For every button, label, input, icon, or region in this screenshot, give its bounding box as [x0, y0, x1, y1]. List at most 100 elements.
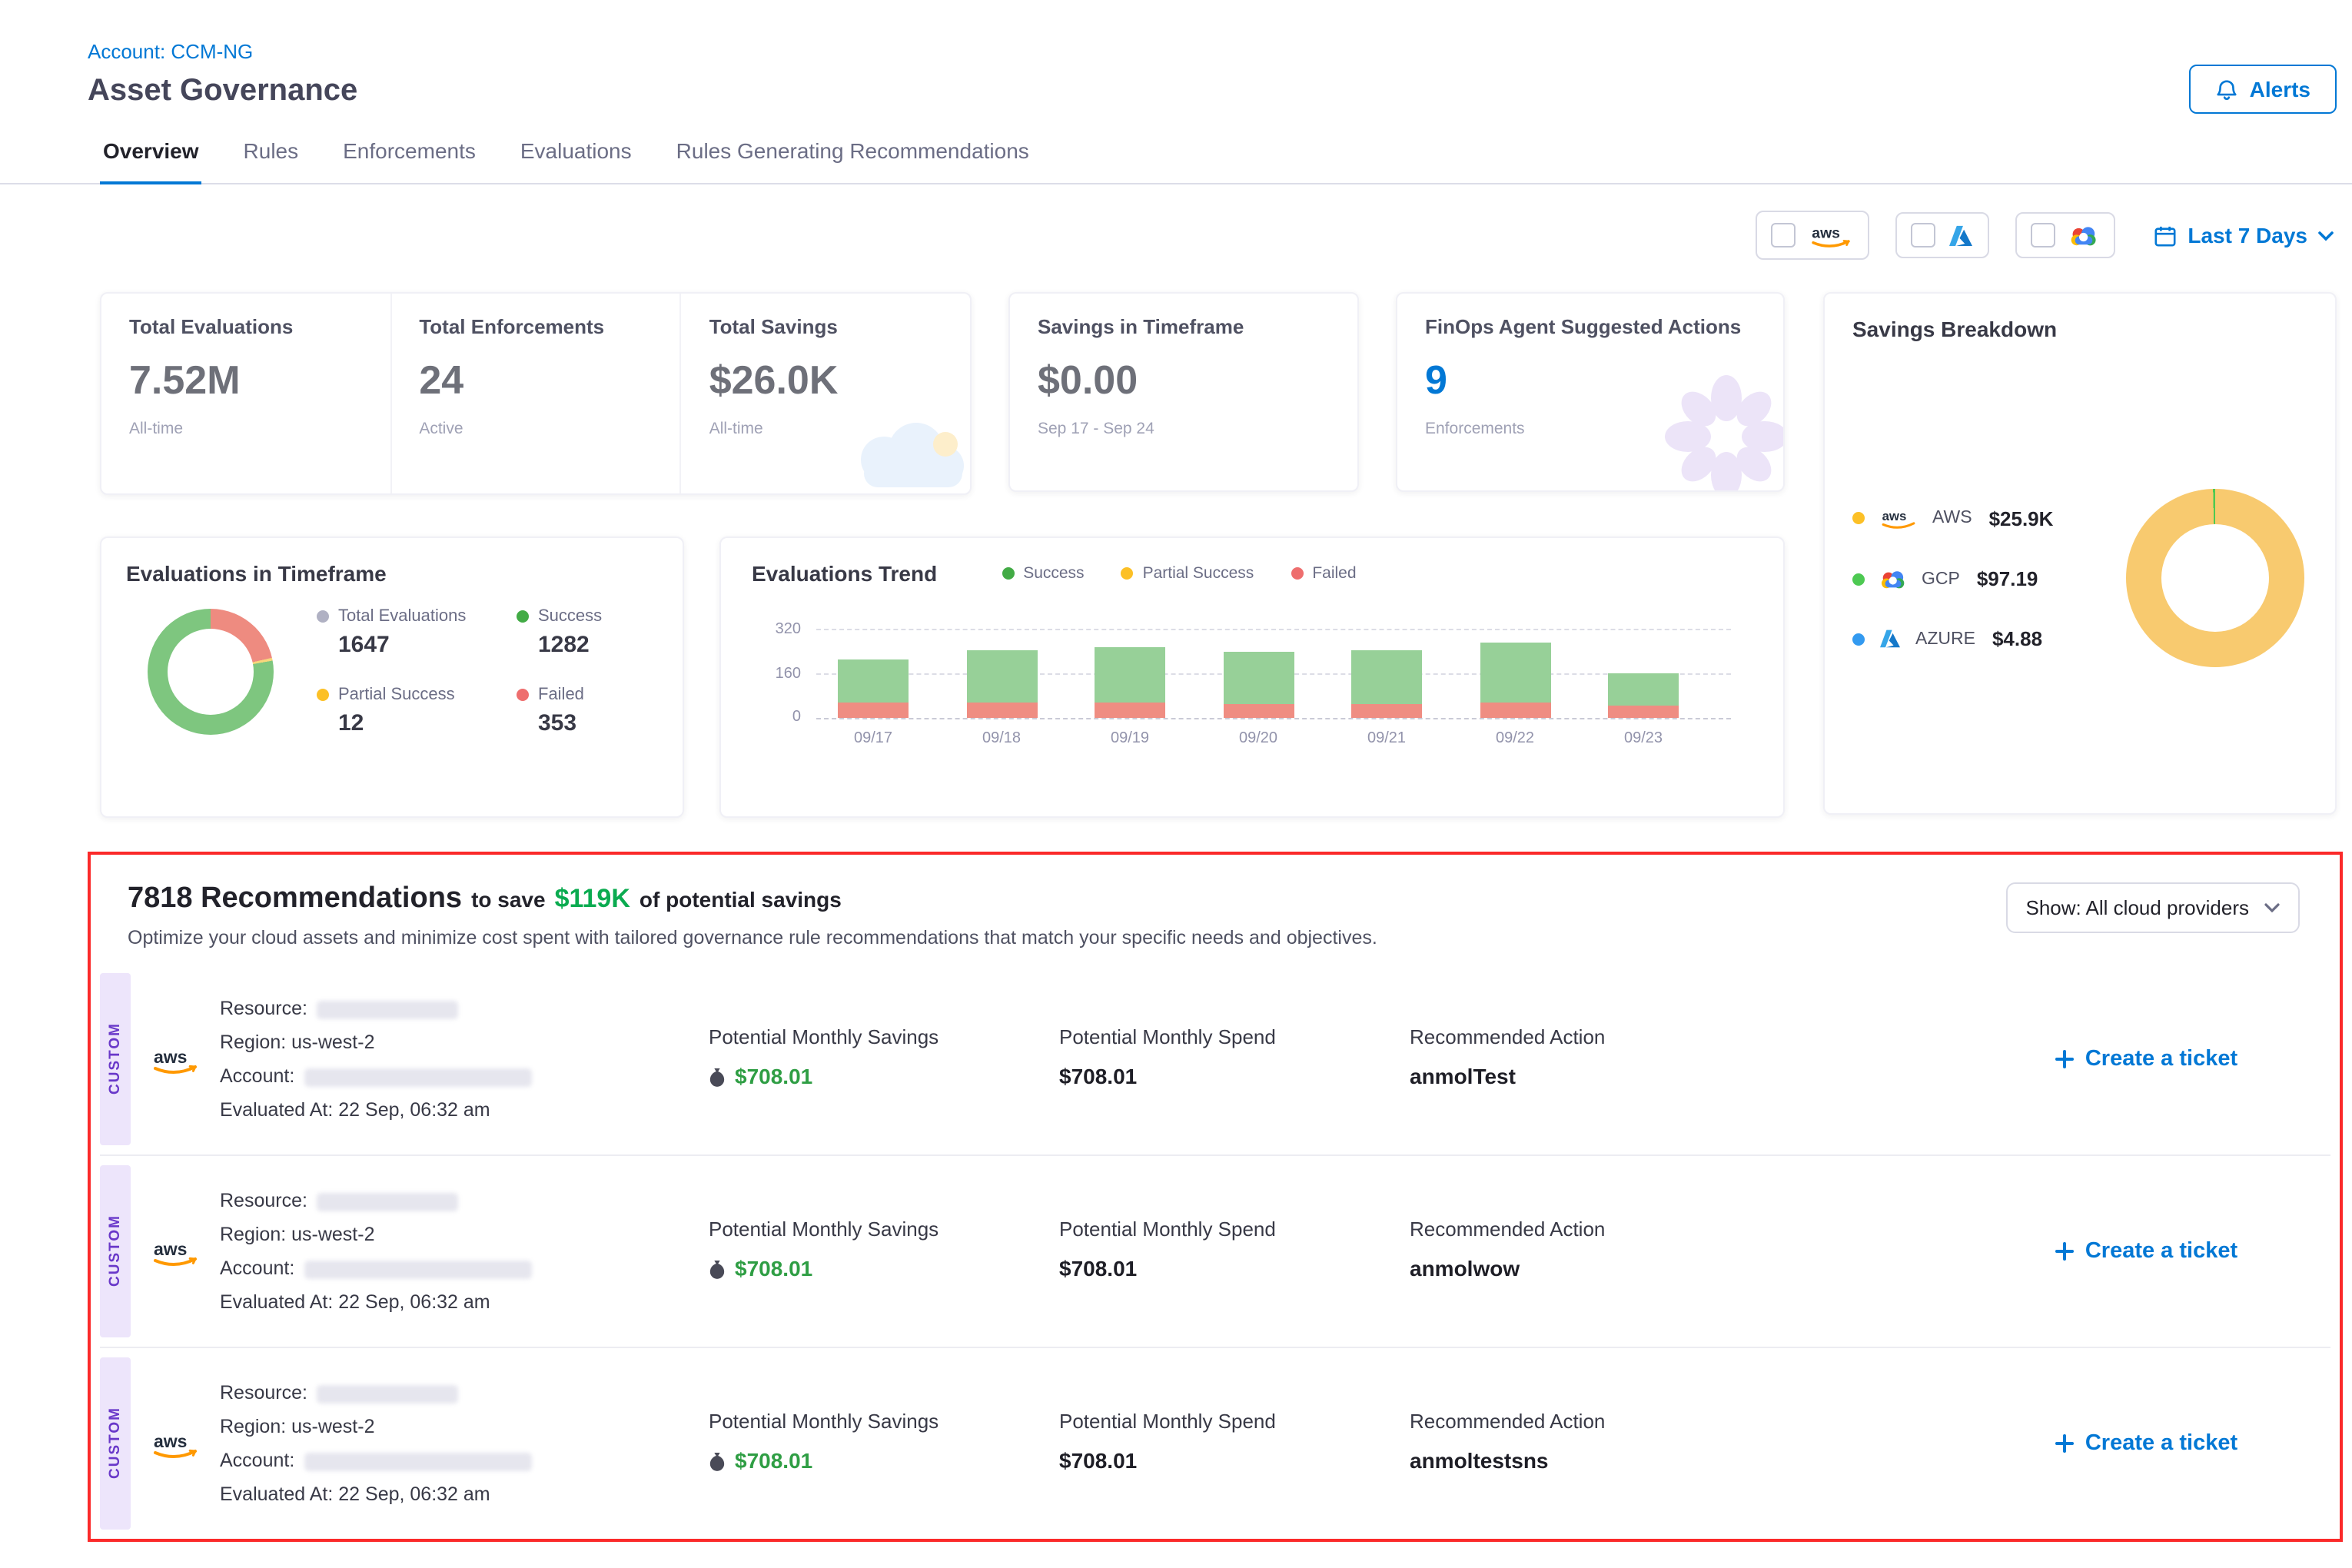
- metric-label: Potential Monthly Savings: [709, 1410, 1059, 1433]
- x-tick: 09/17: [854, 730, 892, 747]
- tab-enforcements[interactable]: Enforcements: [340, 138, 479, 183]
- spend-value: $708.01: [1059, 1256, 1410, 1281]
- bar-segment-success: [838, 660, 909, 702]
- legend-dot: [1852, 633, 1865, 645]
- legend-value: 12: [338, 710, 517, 736]
- trend-bars: 09/1709/1809/1909/2009/2109/2209/23: [826, 629, 1691, 752]
- account-label: Account:: [220, 1257, 294, 1279]
- legend-label: Success: [1023, 564, 1084, 583]
- stat-caption: Enforcements: [1425, 420, 1783, 438]
- stat-title: Total Savings: [709, 315, 970, 338]
- breakdown-row-azure: AZURE $4.88: [1852, 627, 2126, 650]
- top-bar: Account: CCM-NG Asset Governance Alerts: [0, 0, 2352, 114]
- legend-failed: Failed: [1291, 564, 1356, 583]
- region: Region: us-west-2: [220, 1218, 709, 1251]
- bar-segment-failed: [1608, 706, 1679, 718]
- azure-logo-icon: [1948, 224, 1974, 247]
- custom-badge: CUSTOM: [100, 973, 131, 1145]
- legend-dot: [1291, 567, 1303, 580]
- legend-partial-success: Partial Success: [1121, 564, 1254, 583]
- create-ticket-button[interactable]: Create a ticket: [1963, 1357, 2330, 1530]
- provider-name: AWS: [1932, 509, 1972, 527]
- recommendations-section: 7818 Recommendations to save $119K of po…: [88, 852, 2343, 1542]
- stat-total-savings: Total Savings $26.0K All-time: [680, 294, 970, 493]
- bar-segment-success: [1608, 673, 1679, 706]
- redacted-resource-value: [317, 1384, 458, 1403]
- stat-title: Savings in Timeframe: [1038, 315, 1357, 338]
- stat-value: 7.52M: [129, 357, 390, 404]
- recommendation-row: CUSTOM aws Resource: Region: us-west-2 A…: [100, 1347, 2330, 1539]
- dashboard: Total Evaluations 7.52M All-time Total E…: [100, 292, 2337, 818]
- metric-label: Potential Monthly Spend: [1059, 1410, 1410, 1433]
- recommendation-row: CUSTOM aws Resource: Region: us-west-2 A…: [100, 964, 2330, 1154]
- account-breadcrumb[interactable]: Account: CCM-NG: [88, 40, 357, 63]
- y-tick: 320: [776, 621, 801, 638]
- legend-label: Failed: [1312, 564, 1356, 583]
- provider-filter-aws[interactable]: aws: [1756, 211, 1869, 260]
- tab-overview[interactable]: Overview: [100, 138, 202, 183]
- bar-segment-success: [1480, 643, 1550, 703]
- legend-dot: [517, 689, 529, 701]
- resource-label: Resource:: [220, 998, 307, 1019]
- aws-checkbox[interactable]: [1771, 223, 1796, 247]
- trend-bar: 09/21: [1339, 629, 1434, 752]
- metric-label: Recommended Action: [1410, 1218, 1963, 1241]
- title-block: Account: CCM-NG Asset Governance: [88, 40, 357, 109]
- cloud-provider-select[interactable]: Show: All cloud providers: [2006, 882, 2301, 933]
- legend-dot: [317, 689, 329, 701]
- evaluations-donut-chart: [148, 609, 274, 735]
- aws-logo-icon: aws: [1808, 221, 1854, 249]
- svg-text:aws: aws: [154, 1046, 187, 1066]
- azure-checkbox[interactable]: [1911, 223, 1935, 247]
- legend-failed: Failed 353: [517, 686, 686, 736]
- provider-filter-azure[interactable]: [1895, 212, 1989, 258]
- create-ticket-label: Create a ticket: [2085, 1239, 2237, 1264]
- bar-segment-failed: [1480, 703, 1550, 718]
- x-tick: 09/22: [1496, 730, 1534, 747]
- trend-bar: 09/19: [1082, 629, 1178, 752]
- page-title: Asset Governance: [88, 74, 357, 109]
- gcp-checkbox[interactable]: [2031, 223, 2055, 247]
- legend-label: Partial Success: [338, 686, 455, 704]
- recommended-action: Recommended Action anmolwow: [1410, 1165, 1963, 1337]
- tab-rules[interactable]: Rules: [241, 138, 302, 183]
- create-ticket-button[interactable]: Create a ticket: [1963, 1165, 2330, 1337]
- gcp-logo-icon: [2068, 224, 2100, 247]
- action-value: anmolTest: [1410, 1064, 1963, 1088]
- alerts-button[interactable]: Alerts: [2190, 65, 2337, 114]
- evaluated-at: Evaluated At: 22 Sep, 06:32 am: [220, 1477, 709, 1511]
- metric-label: Potential Monthly Spend: [1059, 1218, 1410, 1241]
- redacted-resource-value: [317, 1000, 458, 1018]
- legend-dot: [1852, 573, 1865, 585]
- metric-label: Potential Monthly Savings: [709, 1025, 1059, 1048]
- potential-monthly-savings: Potential Monthly Savings $708.01: [709, 1357, 1059, 1530]
- legend-value: 1647: [338, 632, 517, 658]
- bar-segment-failed: [1223, 704, 1294, 718]
- metric-label: Potential Monthly Spend: [1059, 1025, 1410, 1048]
- aws-logo-icon: aws: [131, 1165, 220, 1337]
- svg-text:aws: aws: [1882, 509, 1907, 523]
- date-range-dropdown[interactable]: Last 7 Days: [2154, 223, 2334, 247]
- redacted-account-value: [304, 1068, 531, 1086]
- stat-savings-in-timeframe: Savings in Timeframe $0.00 Sep 17 - Sep …: [1008, 292, 1359, 492]
- evaluations-legend: Total Evaluations 1647 Success 1282 Part…: [317, 607, 686, 736]
- money-bag-icon: [709, 1450, 726, 1470]
- stat-total-enforcements: Total Enforcements 24 Active: [390, 294, 679, 493]
- evaluated-at: Evaluated At: 22 Sep, 06:32 am: [220, 1093, 709, 1127]
- tab-rules-generating-recommendations[interactable]: Rules Generating Recommendations: [673, 138, 1032, 183]
- tab-evaluations[interactable]: Evaluations: [517, 138, 635, 183]
- trend-bar: 09/17: [826, 629, 921, 752]
- stat-total-evaluations: Total Evaluations 7.52M All-time: [101, 294, 390, 493]
- account-label: Account:: [220, 1450, 294, 1471]
- redacted-account-value: [304, 1260, 531, 1278]
- redacted-account-value: [304, 1452, 531, 1470]
- svg-text:aws: aws: [154, 1238, 187, 1258]
- provider-filter-gcp[interactable]: [2015, 212, 2115, 258]
- bar-segment-failed: [1351, 704, 1422, 718]
- recommendations-subtitle: Optimize your cloud assets and minimize …: [128, 927, 1377, 948]
- create-ticket-button[interactable]: Create a ticket: [1963, 973, 2330, 1145]
- gcp-logo-icon: [1879, 568, 1908, 590]
- potential-monthly-savings: Potential Monthly Savings $708.01: [709, 1165, 1059, 1337]
- trend-bar: 09/22: [1467, 629, 1563, 752]
- resource-label: Resource:: [220, 1190, 307, 1211]
